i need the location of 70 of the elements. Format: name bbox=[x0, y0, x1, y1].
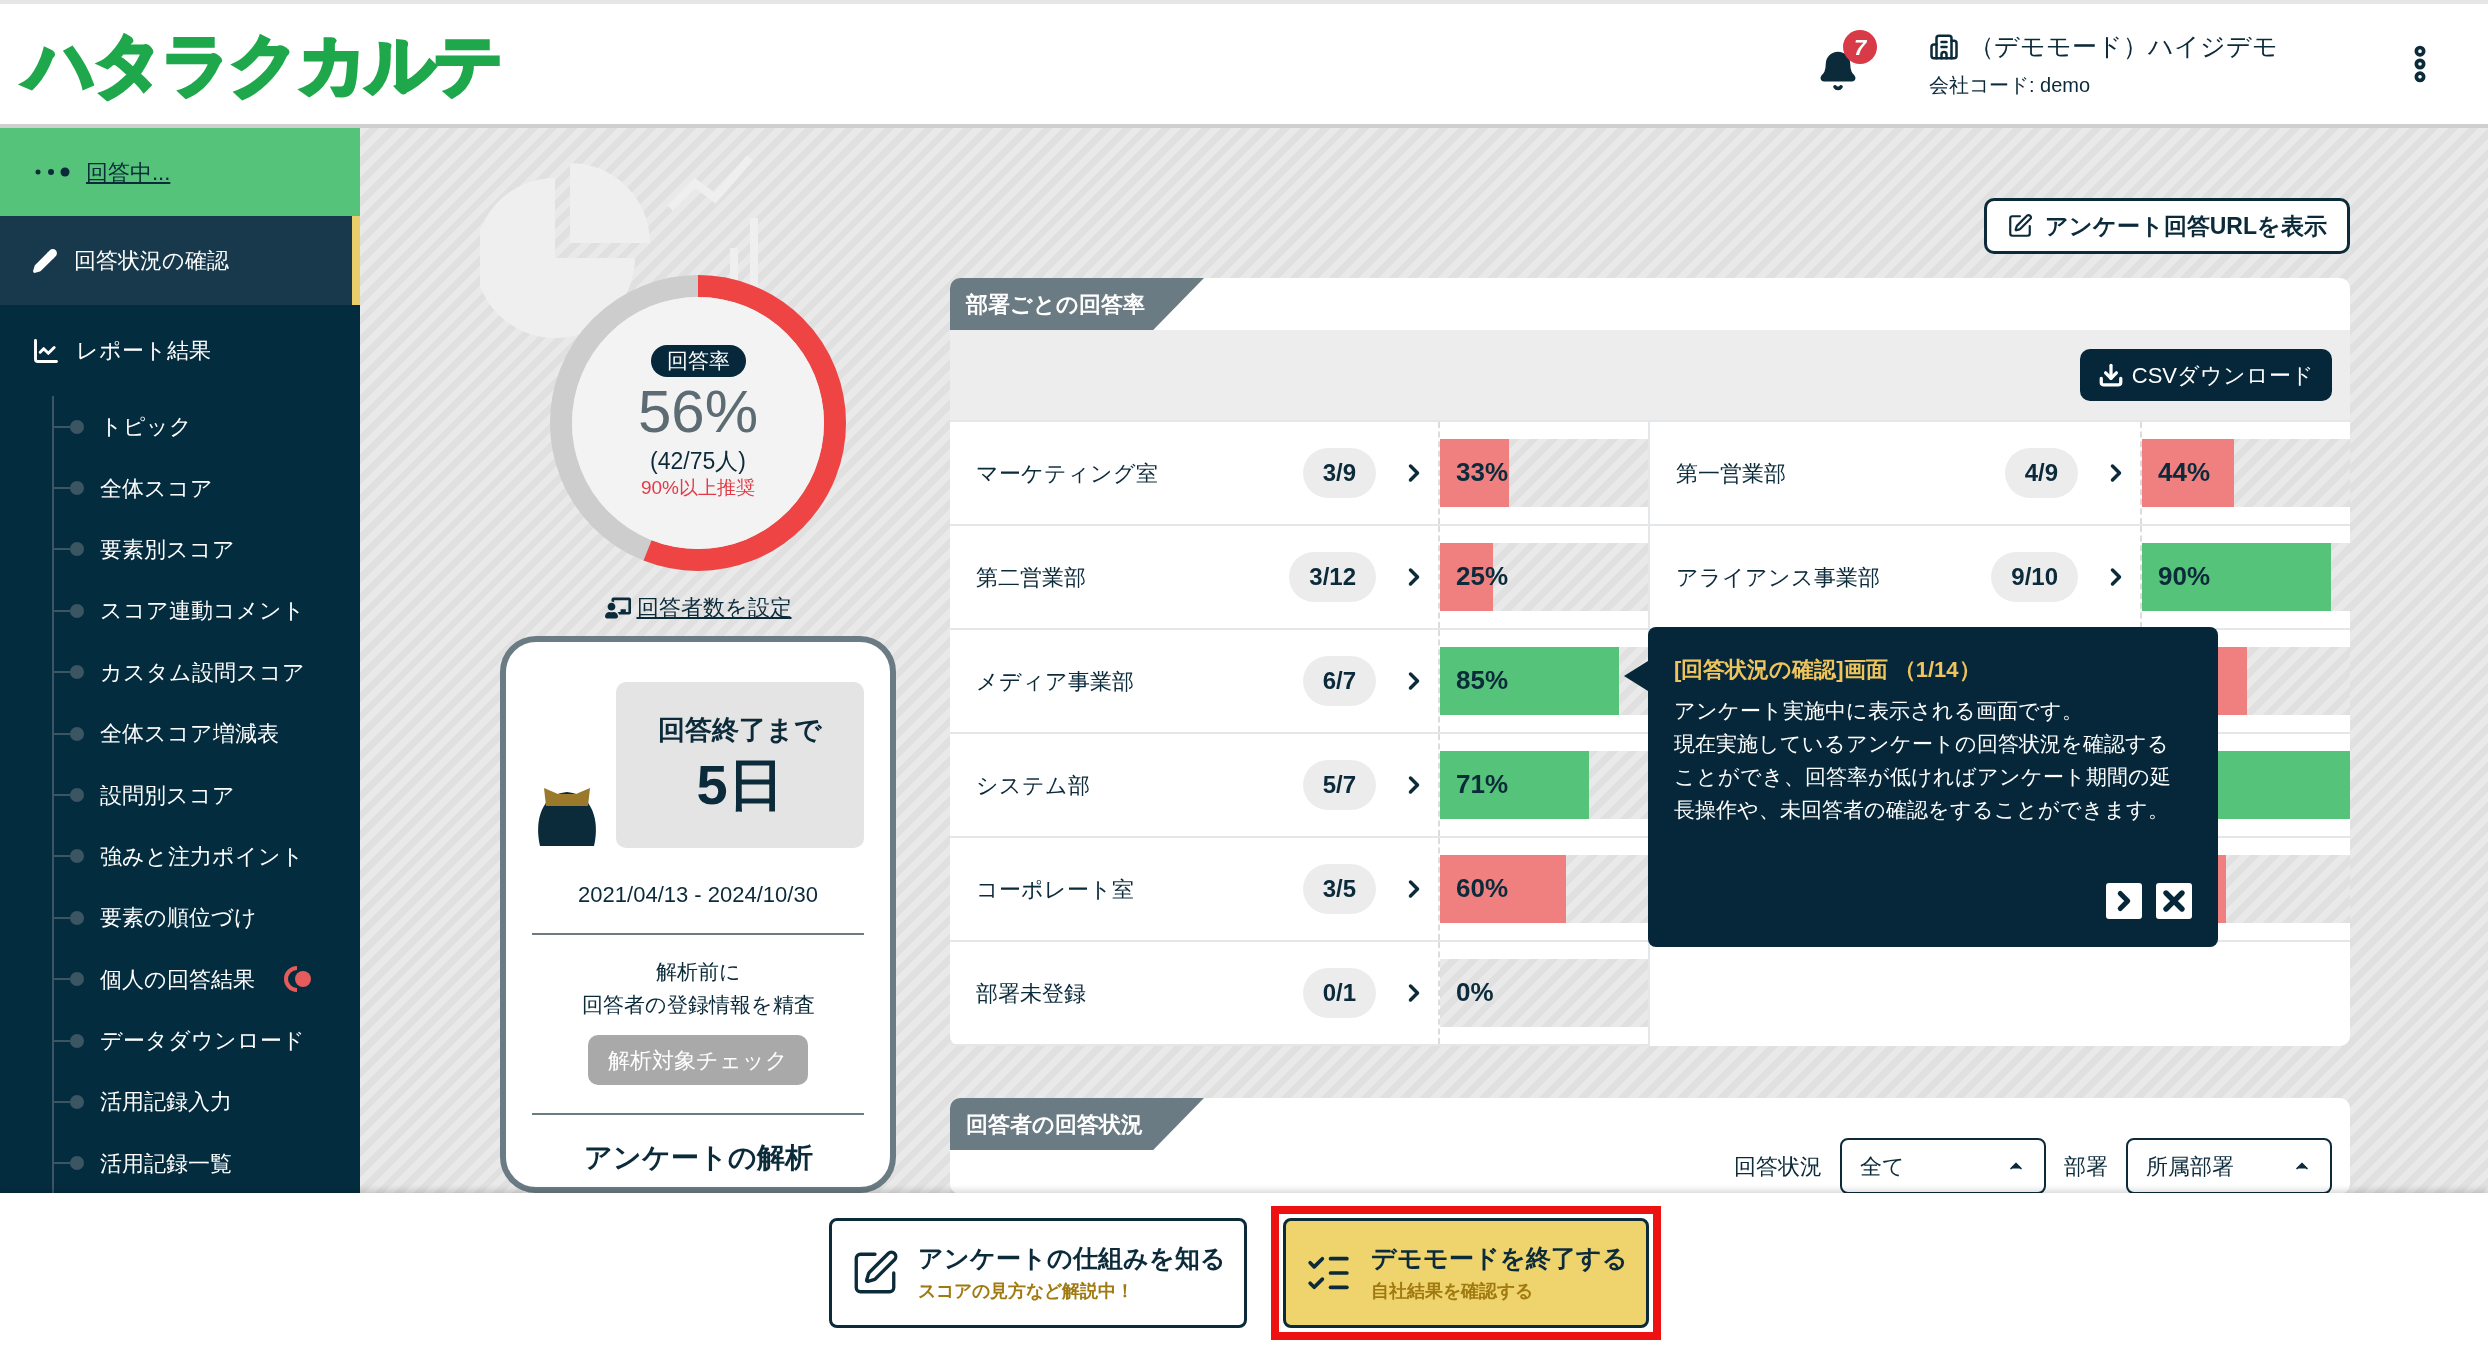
close-button[interactable] bbox=[2156, 883, 2192, 919]
nav-subitem[interactable]: 要素の順位づけ bbox=[100, 901, 257, 935]
nav-subitem[interactable]: 強みと注力ポイント bbox=[100, 839, 304, 873]
survey-url-button[interactable]: アンケート回答URLを表示 bbox=[1983, 198, 2350, 254]
nav-subitem[interactable]: 全体スコア増減表 bbox=[100, 717, 279, 751]
pencil-icon bbox=[32, 247, 58, 274]
nav-subitem[interactable]: 全体スコア bbox=[100, 471, 213, 505]
nav-subitem[interactable]: トピック bbox=[100, 410, 192, 444]
nav-subitem[interactable]: 要素別スコア bbox=[100, 532, 235, 566]
deadline-title: 回答終了まで bbox=[658, 713, 822, 747]
building-icon bbox=[1929, 32, 1959, 62]
notification-count: 7 bbox=[1843, 30, 1877, 64]
action-button[interactable]: アンケートの仕組みを知る スコアの見方など解説中！ bbox=[829, 1217, 1247, 1328]
department-name: コーポレート室 bbox=[976, 875, 1135, 904]
download-icon bbox=[2097, 362, 2124, 388]
company-name: （デモモード）ハイジデモ bbox=[1969, 31, 2278, 63]
chart-icon bbox=[32, 336, 60, 365]
rate-badge: 回答率 bbox=[650, 345, 746, 377]
department-name: アライアンス事業部 bbox=[1676, 563, 1881, 592]
rate-percent-label: 90% bbox=[2158, 560, 2211, 593]
nav-subitem[interactable]: 個人の回答結果 bbox=[100, 962, 255, 996]
days-remaining: 5日 bbox=[696, 752, 784, 819]
filter-label: 回答状況 bbox=[1734, 1152, 1822, 1181]
nav-subitem[interactable]: カスタム設問スコア bbox=[100, 655, 305, 689]
rate-percent-label: 33% bbox=[1456, 456, 1509, 489]
rate-percent-label: 85% bbox=[1456, 664, 1509, 697]
tooltip-text: アンケート実施中に表示される画面です。 bbox=[1674, 698, 2084, 724]
nav-subitem[interactable]: 設問別スコア bbox=[100, 778, 235, 812]
nav-subitem[interactable]: データダウンロード bbox=[100, 1024, 305, 1058]
response-count: 0/1 bbox=[1302, 968, 1376, 1018]
rate-percent: 56% bbox=[637, 377, 759, 447]
presenter-icon bbox=[604, 596, 631, 619]
nav-item[interactable]: レポート結果 bbox=[0, 305, 360, 396]
next-button[interactable] bbox=[2106, 883, 2142, 919]
response-count: 3/12 bbox=[1289, 552, 1376, 602]
filter-label: 部署 bbox=[2064, 1152, 2108, 1181]
department-name: 第一営業部 bbox=[1676, 459, 1787, 488]
nav-subitem[interactable]: 活用記録一覧 bbox=[100, 1146, 232, 1180]
nav-subitem[interactable]: スコア連動コメント bbox=[100, 594, 305, 628]
department-name: システム部 bbox=[976, 771, 1091, 800]
response-count: 5/7 bbox=[1302, 760, 1376, 810]
rate-percent-label: 60% bbox=[1456, 872, 1509, 905]
rate-count: (42/75人) bbox=[650, 447, 746, 475]
company-code: 会社コード: demo bbox=[1929, 72, 2092, 98]
csv-download-button[interactable]: CSVダウンロード bbox=[2079, 349, 2332, 401]
department-name: 部署未登録 bbox=[976, 979, 1087, 1008]
rate-percent-label: 0% bbox=[1456, 976, 1494, 1009]
rate-percent-label: 25% bbox=[1456, 560, 1509, 593]
response-count: 4/9 bbox=[2004, 448, 2078, 498]
edit-icon bbox=[2006, 213, 2033, 239]
response-count: 3/5 bbox=[1302, 864, 1376, 914]
action-button[interactable]: デモモードを終了する 自社結果を確認する bbox=[1283, 1217, 1649, 1328]
loading-dots-icon bbox=[34, 166, 72, 178]
department-name: 第二営業部 bbox=[976, 563, 1087, 592]
rate-recommendation: 90%以上推奨 bbox=[641, 476, 755, 500]
analysis-note: 解析前に 回答者の登録情報を精査 bbox=[581, 959, 815, 1018]
nav-subitem[interactable]: 活用記録入力 bbox=[100, 1085, 232, 1119]
response-count: 9/10 bbox=[1991, 552, 2078, 602]
response-count: 6/7 bbox=[1302, 656, 1376, 706]
tooltip-title: [回答状況の確認]画面 （1/14） bbox=[1674, 656, 1982, 684]
tooltip-text: 現在実施しているアンケートの回答状況を確認することができ、回答率が低ければアンケート期間の延長操作や、未回答者の確認をすることができます。 bbox=[1674, 731, 2172, 823]
nav-item[interactable]: 回答状況の確認 bbox=[0, 216, 360, 305]
analysis-heading: アンケートの解析 bbox=[583, 1141, 813, 1175]
rate-percent-label: 71% bbox=[1456, 768, 1509, 801]
status-link[interactable]: 回答中... bbox=[86, 155, 171, 189]
response-count: 3/9 bbox=[1302, 448, 1376, 498]
survey-period: 2021/04/13 - 2024/10/30 bbox=[578, 881, 818, 909]
department-name: マーケティング室 bbox=[976, 459, 1159, 488]
department-name: メディア事業部 bbox=[976, 667, 1135, 696]
rate-percent-label: 44% bbox=[2158, 456, 2211, 489]
